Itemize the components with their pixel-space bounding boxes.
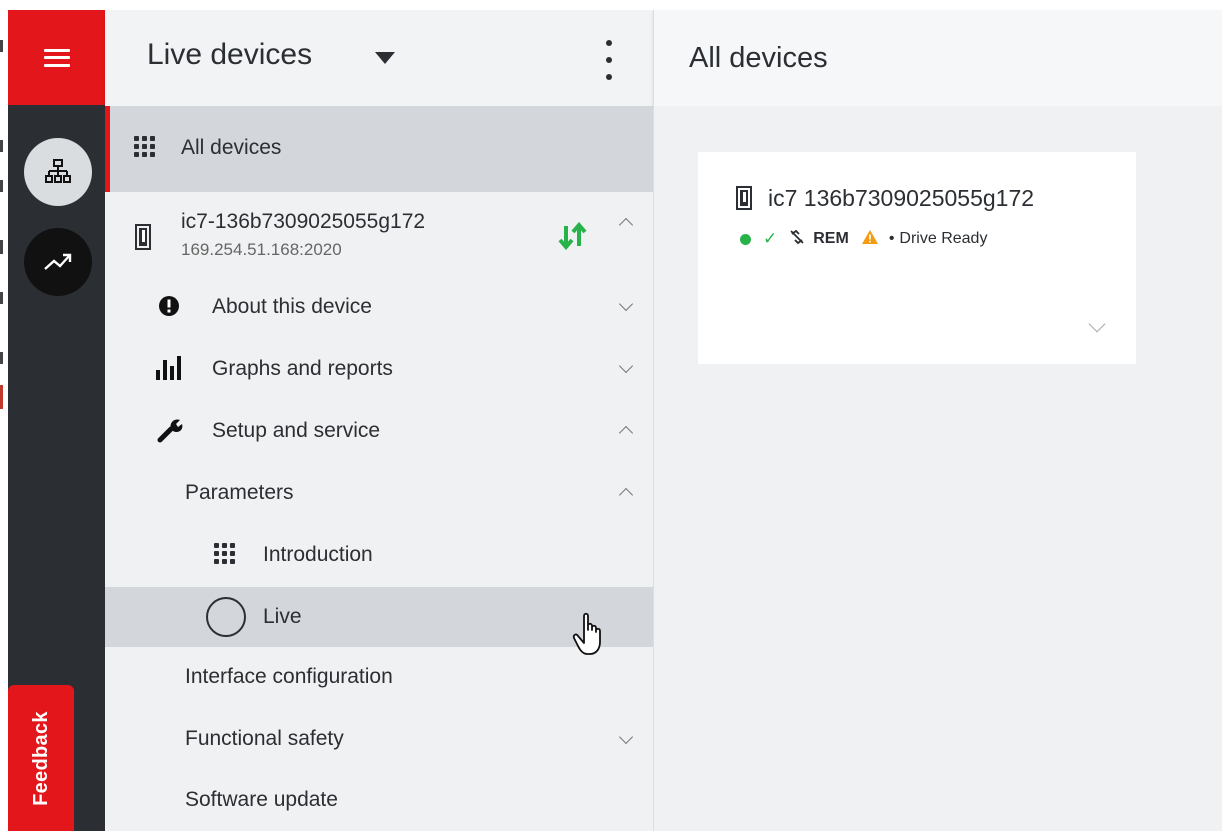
circle-outline-icon xyxy=(205,596,247,643)
chevron-up-icon[interactable] xyxy=(618,425,634,441)
status-text: Drive Ready xyxy=(899,230,988,247)
nav-live[interactable]: Live xyxy=(105,587,653,647)
status-online-dot xyxy=(740,233,751,245)
nav-graphs-reports-label: Graphs and reports xyxy=(212,357,393,380)
status-mode: REM xyxy=(813,230,849,247)
nav-functional-safety[interactable]: Functional safety xyxy=(105,709,653,771)
no-link-icon xyxy=(789,229,805,250)
network-tree-icon xyxy=(45,159,71,183)
device-sidebar: Live devices All devices ic7-136b7309025… xyxy=(105,10,653,831)
nav-introduction-label: Introduction xyxy=(263,543,373,566)
nav-parameters-label: Parameters xyxy=(185,481,294,504)
trend-button[interactable] xyxy=(24,228,92,296)
chevron-down-icon[interactable] xyxy=(618,296,634,312)
nav-interface-configuration[interactable]: Interface configuration xyxy=(105,647,653,709)
info-circle-icon xyxy=(158,295,180,322)
device-ip: 169.254.51.168:2020 xyxy=(181,240,342,259)
sidebar-header: Live devices xyxy=(105,10,653,106)
nav-introduction[interactable]: Introduction xyxy=(105,524,653,586)
nav-live-label: Live xyxy=(263,605,302,628)
grid-dots-icon xyxy=(214,543,235,564)
nav-about-device-label: About this device xyxy=(212,295,372,318)
nav-setup-service[interactable]: Setup and service xyxy=(105,400,653,462)
drive-device-icon xyxy=(736,186,752,215)
checkmark-icon: ✓ xyxy=(763,229,778,248)
status-separator: • xyxy=(888,230,895,247)
grid-dots-icon xyxy=(134,136,155,157)
menu-button[interactable] xyxy=(8,10,105,105)
chevron-down-icon[interactable] xyxy=(618,729,634,745)
page-title: All devices xyxy=(689,42,828,74)
network-button[interactable] xyxy=(24,138,92,206)
nav-parameters[interactable]: Parameters xyxy=(105,462,653,524)
device-card-title: ic7 136b7309025055g172 xyxy=(768,185,1035,211)
nav-graphs-reports[interactable]: Graphs and reports xyxy=(105,338,653,400)
trend-up-icon xyxy=(44,253,72,270)
feedback-button[interactable]: Feedback xyxy=(8,685,74,831)
chevron-down-icon[interactable] xyxy=(1088,315,1106,333)
nav-interface-configuration-label: Interface configuration xyxy=(185,665,393,688)
device-card[interactable]: ic7 136b7309025055g172 ✓ REM • Drive Rea… xyxy=(698,152,1136,364)
left-edge-marks xyxy=(0,0,8,831)
caret-down-icon[interactable] xyxy=(375,52,395,64)
nav-device[interactable]: ic7-136b7309025055g172 169.254.51.168:20… xyxy=(105,192,653,282)
nav-all-devices[interactable]: All devices xyxy=(105,106,653,192)
device-name: ic7-136b7309025055g172 xyxy=(181,210,426,233)
nav-about-device[interactable]: About this device xyxy=(105,276,653,338)
chevron-up-icon[interactable] xyxy=(618,487,634,503)
chevron-down-icon[interactable] xyxy=(618,358,634,374)
window-top-edge xyxy=(0,0,1222,10)
chevron-up-icon[interactable] xyxy=(618,217,634,233)
kebab-menu-icon[interactable] xyxy=(601,40,617,80)
warning-icon xyxy=(861,229,879,250)
drive-device-icon xyxy=(135,224,151,255)
bar-chart-icon xyxy=(156,356,182,385)
nav-software-update[interactable]: Software update xyxy=(105,770,653,831)
wrench-icon xyxy=(157,417,185,448)
feedback-label: Feedback xyxy=(29,710,52,806)
nav-all-devices-label: All devices xyxy=(181,136,282,159)
hand-cursor-icon xyxy=(572,612,608,663)
nav-functional-safety-label: Functional safety xyxy=(185,727,344,750)
app-rail: Feedback xyxy=(0,0,105,831)
nav-setup-service-label: Setup and service xyxy=(212,419,381,442)
nav-software-update-label: Software update xyxy=(185,788,338,811)
main-header: All devices xyxy=(653,10,1222,106)
sync-arrows-icon[interactable] xyxy=(557,221,587,255)
device-status: ✓ REM • Drive Ready xyxy=(740,227,987,251)
sidebar-title[interactable]: Live devices xyxy=(147,38,312,72)
hamburger-icon xyxy=(43,48,70,67)
